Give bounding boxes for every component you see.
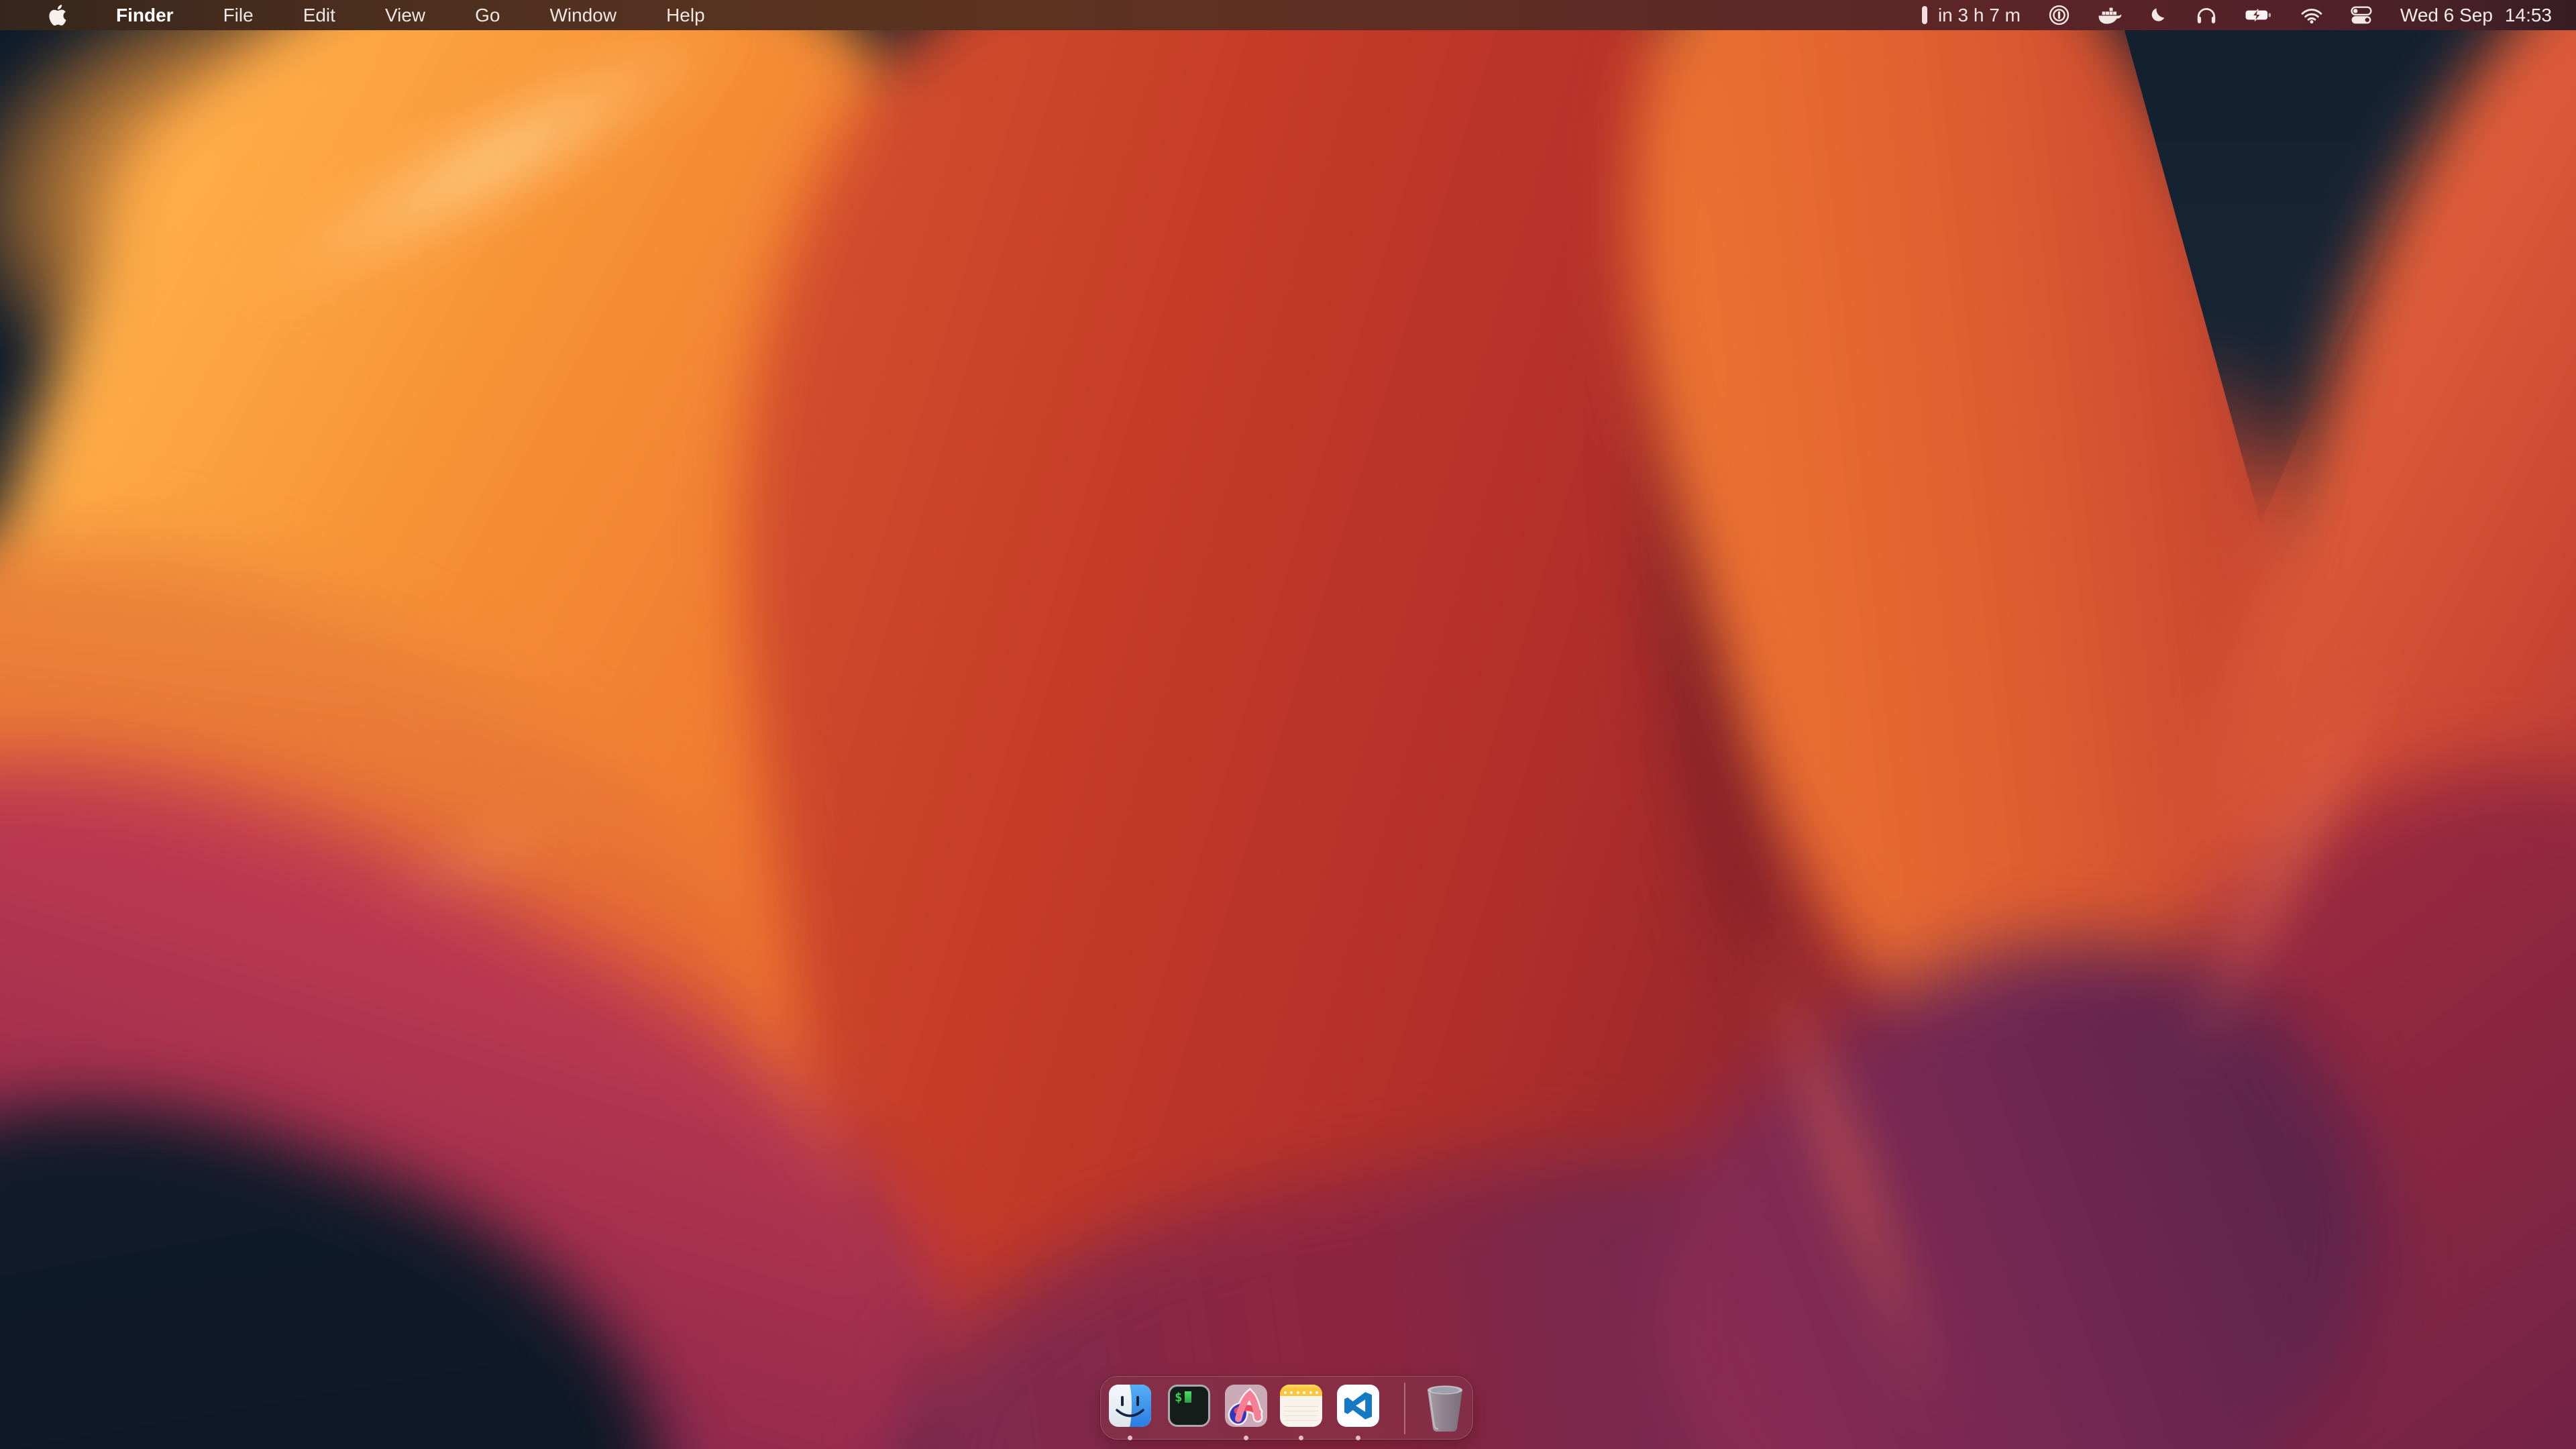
clock-time: 14:53 [2505,5,2552,26]
letter-a-app-icon [1225,1385,1267,1427]
finder-icon [1109,1385,1151,1427]
menu-bar-clock[interactable]: Wed 6 Sep 14:53 [2400,5,2552,26]
calendar-status-item[interactable]: in 3 h 7 m [1922,0,2021,30]
terminal-prompt: $ [1175,1390,1182,1405]
menu-item-file[interactable]: File [199,0,278,30]
running-indicator-notes [1299,1436,1303,1440]
headphones-icon[interactable] [2196,0,2216,30]
menu-item-window[interactable]: Window [525,0,641,30]
clock-date: Wed 6 Sep [2400,5,2493,26]
menu-item-edit[interactable]: Edit [278,0,360,30]
dock-item-terminal[interactable]: $ [1168,1385,1210,1427]
notes-icon [1280,1385,1322,1427]
dock-item-notes[interactable] [1280,1385,1322,1427]
dock: $ [1100,1376,1473,1440]
apple-icon [49,5,66,25]
terminal-cursor [1185,1391,1191,1403]
battery-charging-icon[interactable] [2245,0,2273,30]
menu-item-view[interactable]: View [360,0,450,30]
app-menu-finder[interactable]: Finder [91,0,199,30]
menu-bar-status: in 3 h 7 m [1922,0,2576,30]
docker-icon[interactable] [2098,0,2122,30]
dock-item-letter-a-app[interactable] [1225,1385,1267,1427]
running-indicator-finder [1128,1436,1132,1440]
control-center-icon[interactable] [2351,0,2372,30]
wallpaper [0,0,2576,1449]
menu-item-go[interactable]: Go [450,0,525,30]
apple-menu[interactable] [0,0,91,30]
dock-item-trash[interactable] [1423,1383,1467,1434]
session-text: in 3 h 7 m [1938,5,2021,26]
running-indicator-letter-a-app [1244,1436,1248,1440]
session-indicator-icon [1922,6,1927,24]
focus-moon-icon[interactable] [2150,0,2168,30]
dock-item-vscode[interactable] [1337,1385,1379,1427]
menu-bar: Finder File Edit View Go Window Help in … [0,0,2576,30]
running-indicator-vscode [1356,1436,1360,1440]
vscode-icon [1337,1385,1379,1427]
notes-yellow-band [1280,1385,1322,1396]
onepassword-icon[interactable] [2049,0,2070,30]
dock-item-finder[interactable] [1109,1385,1151,1427]
dock-separator [1404,1383,1405,1434]
notes-ruled-lines [1284,1402,1318,1423]
menu-item-help[interactable]: Help [641,0,730,30]
notes-binding-dots [1280,1391,1322,1394]
terminal-icon: $ [1168,1385,1210,1427]
trash-icon [1423,1383,1467,1434]
wifi-icon[interactable] [2301,0,2322,30]
menu-bar-left: Finder File Edit View Go Window Help [0,0,730,30]
